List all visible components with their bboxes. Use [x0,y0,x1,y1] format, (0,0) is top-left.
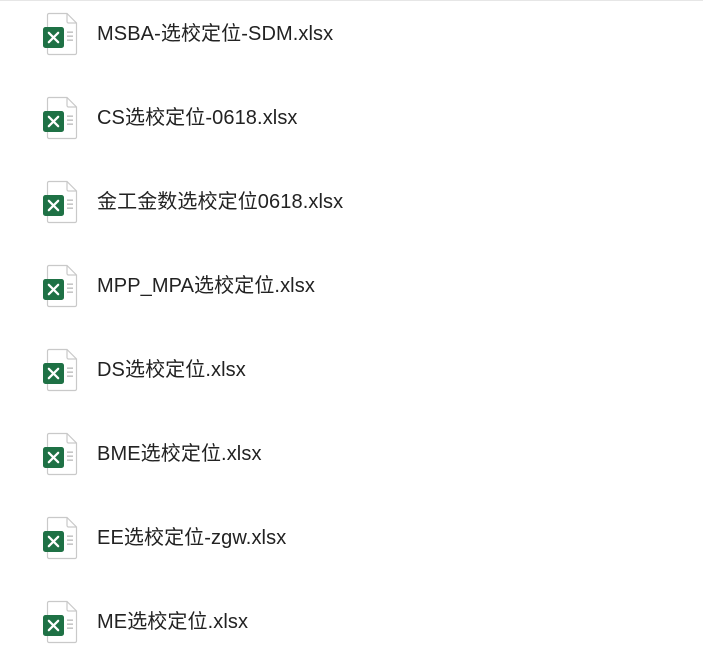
excel-file-icon [42,264,78,308]
file-name[interactable]: 金工金数选校定位0618.xlsx [97,174,343,230]
excel-file-icon [42,180,78,224]
file-name[interactable]: MSBA-选校定位-SDM.xlsx [97,6,333,62]
excel-file-icon [42,432,78,476]
file-row-bme[interactable]: BME选校定位.xlsx [0,426,703,482]
file-row-msba[interactable]: MSBA-选校定位-SDM.xlsx [0,6,703,62]
file-name[interactable]: ME选校定位.xlsx [97,594,248,650]
file-name[interactable]: CS选校定位-0618.xlsx [97,90,298,146]
file-row-jingong[interactable]: 金工金数选校定位0618.xlsx [0,174,703,230]
file-row-ds[interactable]: DS选校定位.xlsx [0,342,703,398]
file-row-cs[interactable]: CS选校定位-0618.xlsx [0,90,703,146]
excel-file-icon [42,348,78,392]
file-list: MSBA-选校定位-SDM.xlsx CS选校定位-0618.xlsx 金工金数… [0,0,703,645]
file-name[interactable]: DS选校定位.xlsx [97,342,246,398]
file-name[interactable]: BME选校定位.xlsx [97,426,262,482]
excel-file-icon [42,600,78,644]
file-name[interactable]: MPP_MPA选校定位.xlsx [97,258,315,314]
excel-file-icon [42,96,78,140]
file-row-me[interactable]: ME选校定位.xlsx [0,594,703,650]
excel-file-icon [42,12,78,56]
file-row-ee[interactable]: EE选校定位-zgw.xlsx [0,510,703,566]
excel-file-icon [42,516,78,560]
file-name[interactable]: EE选校定位-zgw.xlsx [97,510,286,566]
file-row-mpp-mpa[interactable]: MPP_MPA选校定位.xlsx [0,258,703,314]
